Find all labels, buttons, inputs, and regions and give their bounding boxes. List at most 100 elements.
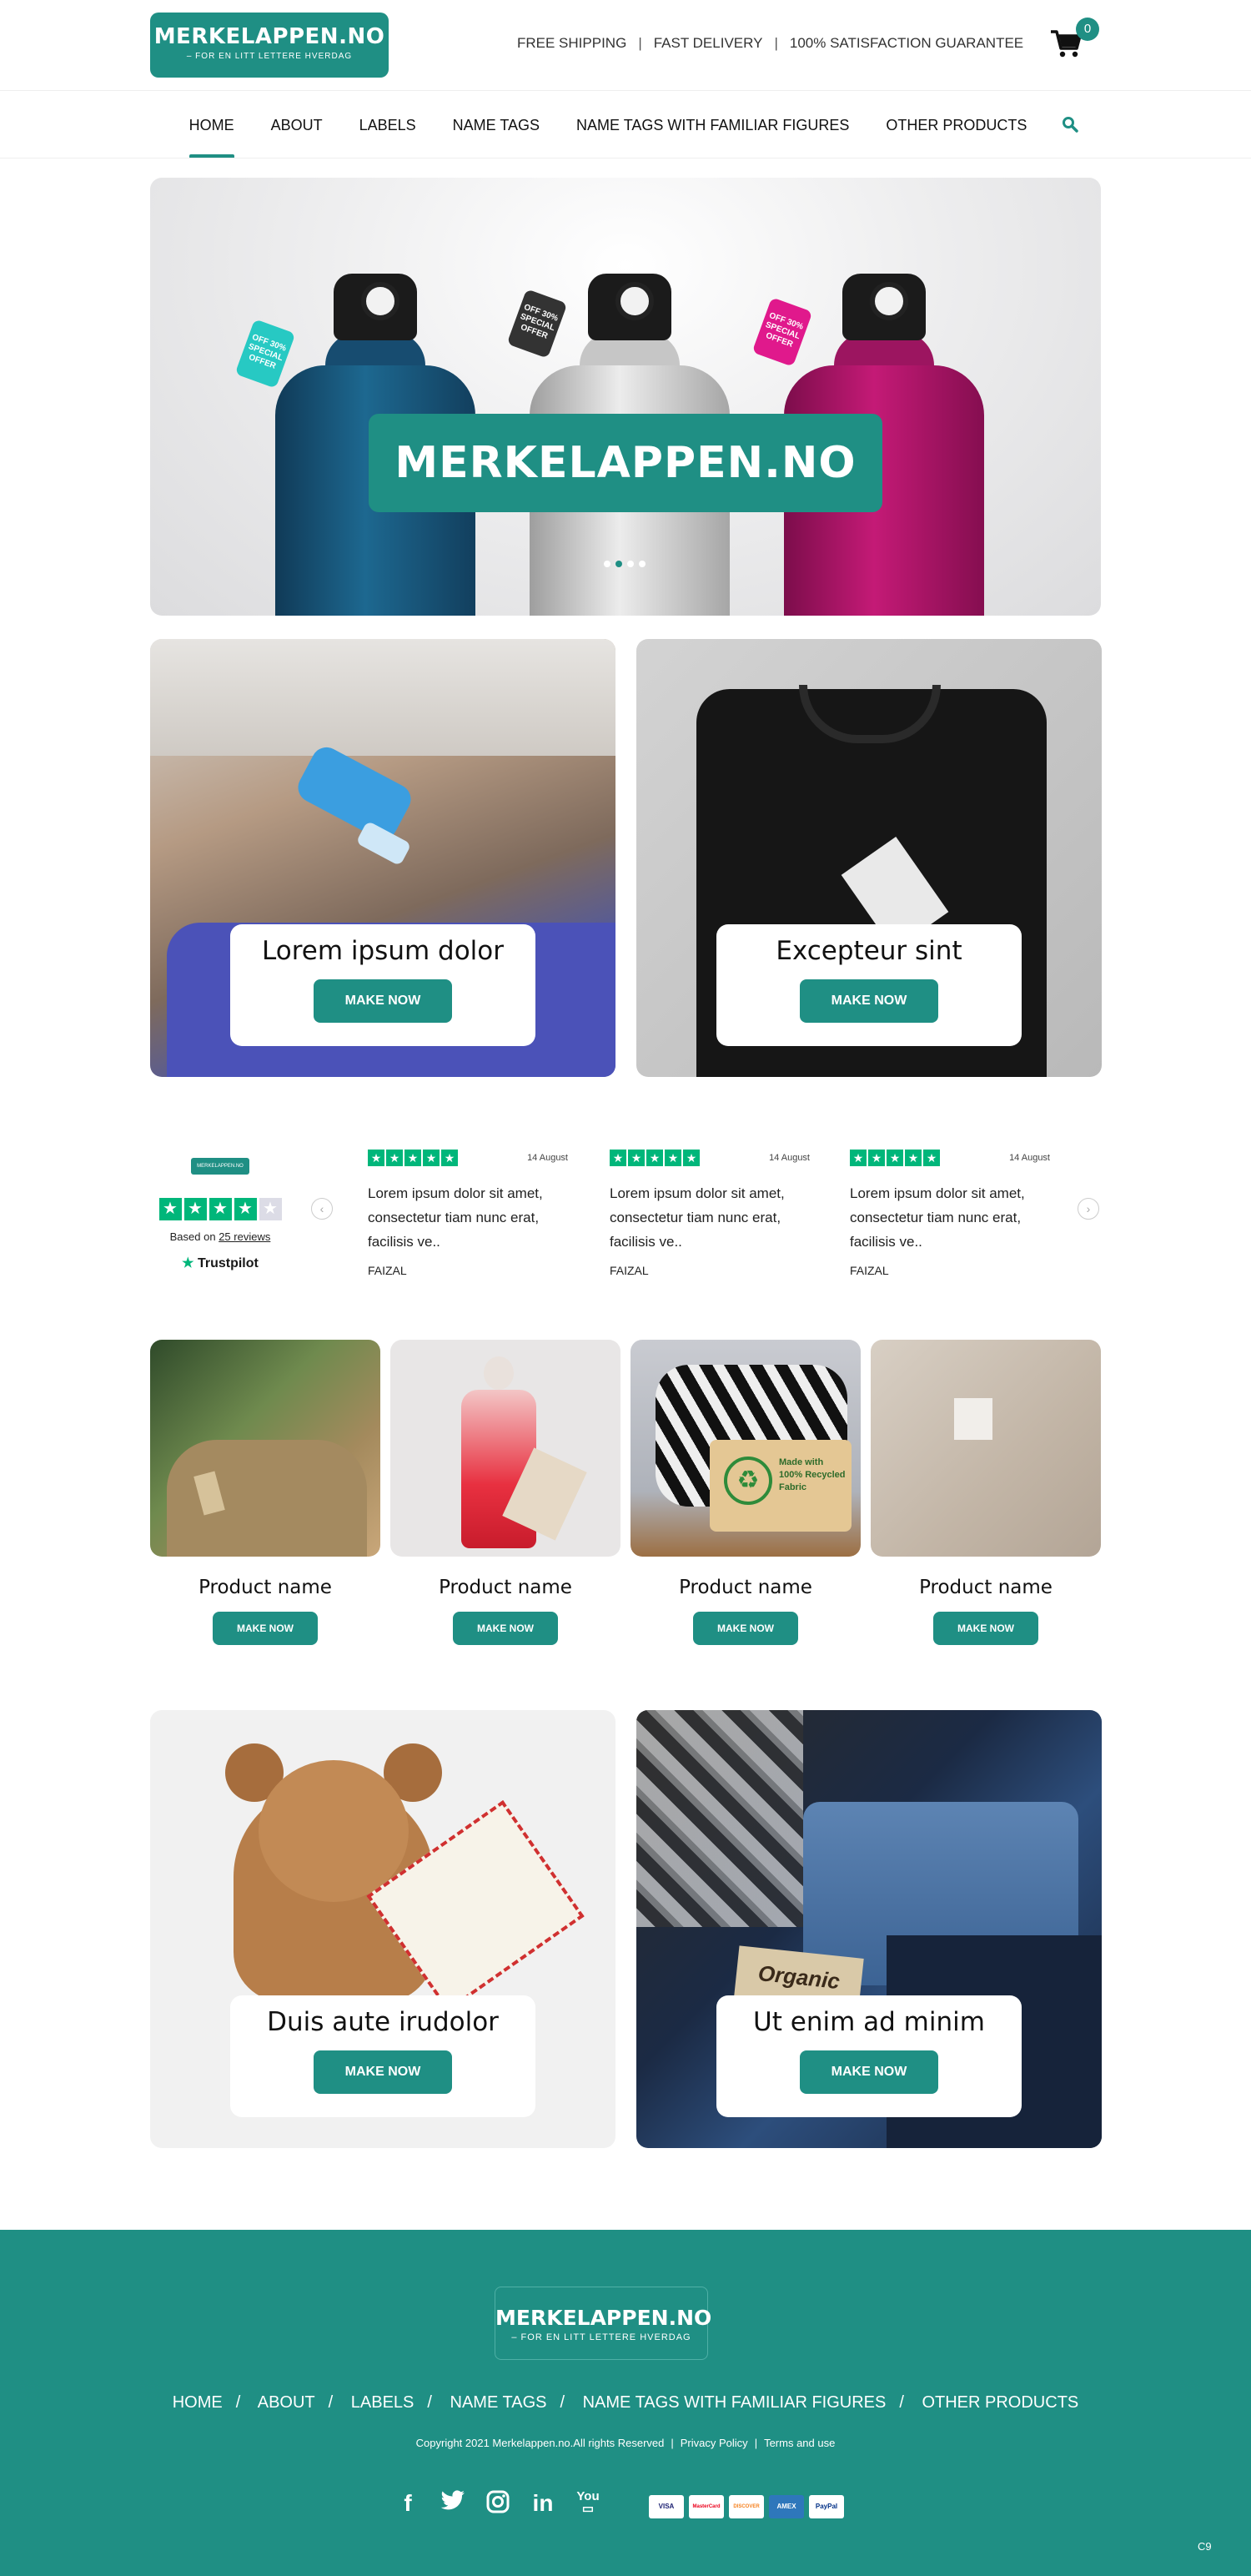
product-name: Product name [198, 1577, 332, 1598]
review-text: Lorem ipsum dolor sit amet, consectetur … [850, 1185, 1025, 1250]
footer-link-home[interactable]: HOME [173, 2393, 223, 2412]
terms-link[interactable]: Terms and use [764, 2437, 835, 2449]
make-now-button[interactable]: MAKE NOW [213, 1612, 318, 1645]
make-now-button[interactable]: MAKE NOW [933, 1612, 1038, 1645]
hero-title: MERKELAPPEN.NO [369, 414, 882, 512]
visa-icon: VISA [649, 2495, 684, 2518]
star-empty-icon: ★ [259, 1198, 282, 1220]
site-footer: MERKELAPPEN.NO – FOR EN LITT LETTERE HVE… [0, 2230, 1251, 2576]
nav-item-name-tags[interactable]: NAME TAGS [435, 92, 558, 158]
reviews-prev-arrow-icon[interactable]: ‹ [311, 1198, 333, 1220]
reviews-next-arrow-icon[interactable]: › [1078, 1198, 1099, 1220]
footer-nav-separator: / [328, 2393, 334, 2412]
usp-bar: FREE SHIPPING | FAST DELIVERY | 100% SAT… [517, 35, 1023, 52]
review-date: 14 August [769, 1153, 810, 1163]
make-now-button[interactable]: MAKE NOW [314, 2050, 452, 2094]
review-text: Lorem ipsum dolor sit amet, consectetur … [368, 1185, 543, 1250]
slider-dot-active[interactable] [615, 561, 622, 567]
star-icon: ★ [423, 1150, 440, 1166]
review-author: FAIZAL [850, 1264, 889, 1277]
nav-item-name-tags-familiar-figures[interactable]: NAME TAGS WITH FAMILIAR FIGURES [558, 92, 867, 158]
make-now-button[interactable]: MAKE NOW [693, 1612, 798, 1645]
reviews-count-link[interactable]: 25 reviews [219, 1230, 270, 1243]
footer-nav-separator: / [427, 2393, 432, 2412]
review-card: ★ ★ ★ ★ ★ 14 August Lorem ipsum dolor sit am… [850, 1150, 1050, 1277]
star-icon: ★ [665, 1150, 681, 1166]
amex-icon: AMEX [769, 2495, 804, 2518]
slider-dot[interactable] [604, 561, 610, 567]
site-logo[interactable]: MERKELAPPEN.NO – FOR EN LITT LETTERE HVE… [150, 13, 389, 78]
star-icon: ★ [368, 1150, 384, 1166]
trustpilot-widget[interactable]: MERKELAPPEN.NO ★ ★ ★ ★ ★ Based on 25 rev… [150, 1151, 290, 1285]
promo-card: Duis aute irudolor MAKE NOW [150, 1710, 615, 2148]
usp-separator: | [638, 35, 642, 51]
usp-free-shipping: FREE SHIPPING [517, 35, 627, 51]
product-card: ♻ Made with 100% Recycled Fabric Product… [631, 1340, 861, 1645]
recycle-icon: ♻ [724, 1457, 772, 1505]
cart-count-badge: 0 [1076, 18, 1099, 41]
star-icon: ★ [386, 1150, 403, 1166]
mastercard-icon: MasterCard [689, 2495, 724, 2518]
make-now-button[interactable]: MAKE NOW [453, 1612, 558, 1645]
social-links: f in You ▭ [395, 2490, 600, 2517]
promo-card-title: Duis aute irudolor [267, 2007, 499, 2037]
nav-item-other-products[interactable]: OTHER PRODUCTS [867, 92, 1045, 158]
review-card: ★ ★ ★ ★ ★ 14 August Lorem ipsum dolor sit am… [610, 1150, 810, 1277]
review-author: FAIZAL [368, 1264, 407, 1277]
review-text: Lorem ipsum dolor sit amet, consectetur … [610, 1185, 785, 1250]
copyright-separator: | [671, 2437, 674, 2449]
nav-item-labels[interactable]: LABELS [341, 92, 435, 158]
footer-logo[interactable]: MERKELAPPEN.NO – FOR EN LITT LETTERE HVE… [495, 2287, 711, 2360]
product-image[interactable] [390, 1340, 620, 1557]
make-now-button[interactable]: MAKE NOW [800, 2050, 938, 2094]
usp-fast-delivery: FAST DELIVERY [653, 35, 763, 51]
slider-dots [604, 561, 646, 567]
footer-link-name-tags[interactable]: NAME TAGS [450, 2393, 547, 2412]
linkedin-icon[interactable]: in [530, 2490, 555, 2517]
search-icon[interactable] [1062, 116, 1080, 134]
product-card: Product name MAKE NOW [390, 1340, 620, 1645]
product-name: Product name [919, 1577, 1053, 1598]
slider-dot[interactable] [627, 561, 634, 567]
star-icon: ★ [208, 1198, 232, 1220]
footer-copyright: Copyright 2021 Merkelappen.no.All rights… [0, 2437, 1251, 2449]
youtube-icon[interactable]: You ▭ [575, 2490, 600, 2517]
product-name: Product name [679, 1577, 812, 1598]
privacy-policy-link[interactable]: Privacy Policy [681, 2437, 748, 2449]
promo-card-title: Lorem ipsum dolor [262, 936, 504, 966]
promo-card: Organic Ut enim ad minim MAKE NOW [636, 1710, 1102, 2148]
star-icon: ★ [905, 1150, 922, 1166]
product-image[interactable] [871, 1340, 1101, 1557]
footer-nav-separator: / [899, 2393, 904, 2412]
main-nav: HOME ABOUT LABELS NAME TAGS NAME TAGS WI… [150, 92, 1101, 158]
trustpilot-rating-stars: ★ ★ ★ ★ ★ [150, 1198, 290, 1220]
product-image[interactable]: ♻ Made with 100% Recycled Fabric [631, 1340, 861, 1557]
usp-guarantee: 100% SATISFACTION GUARANTEE [789, 35, 1024, 51]
hero-slider[interactable]: OFF 30% SPECIAL OFFER OFF 30% SPECIAL OF… [150, 178, 1101, 616]
twitter-icon[interactable] [440, 2490, 465, 2517]
slider-dot[interactable] [639, 561, 646, 567]
footer-link-name-tags-familiar-figures[interactable]: NAME TAGS WITH FAMILIAR FIGURES [583, 2393, 887, 2412]
promo-card-box: Ut enim ad minim MAKE NOW [716, 1995, 1022, 2117]
logo-tagline: – FOR EN LITT LETTERE HVERDAG [186, 52, 353, 61]
usp-separator: | [774, 35, 778, 51]
product-tag-text: Made with 100% Recycled Fabric [779, 1457, 846, 1492]
based-on-label: Based on [169, 1230, 216, 1243]
header-divider [0, 90, 1251, 91]
promo-card: Excepteur sint MAKE NOW [636, 639, 1102, 1077]
make-now-button[interactable]: MAKE NOW [800, 979, 938, 1023]
nav-item-home[interactable]: HOME [171, 92, 253, 158]
footer-link-other-products[interactable]: OTHER PRODUCTS [922, 2393, 1078, 2412]
nav-item-about[interactable]: ABOUT [253, 92, 341, 158]
footer-nav-separator: / [235, 2393, 241, 2412]
instagram-icon[interactable] [485, 2490, 510, 2517]
facebook-icon[interactable]: f [395, 2490, 420, 2517]
discover-icon: DISCOVER [729, 2495, 764, 2518]
make-now-button[interactable]: MAKE NOW [314, 979, 452, 1023]
star-icon: ★ [234, 1198, 257, 1220]
footer-logo-tagline: – FOR EN LITT LETTERE HVERDAG [511, 2332, 691, 2342]
footer-link-labels[interactable]: LABELS [351, 2393, 414, 2412]
product-image[interactable] [150, 1340, 380, 1557]
footer-link-about[interactable]: ABOUT [258, 2393, 315, 2412]
star-icon: ★ [868, 1150, 885, 1166]
